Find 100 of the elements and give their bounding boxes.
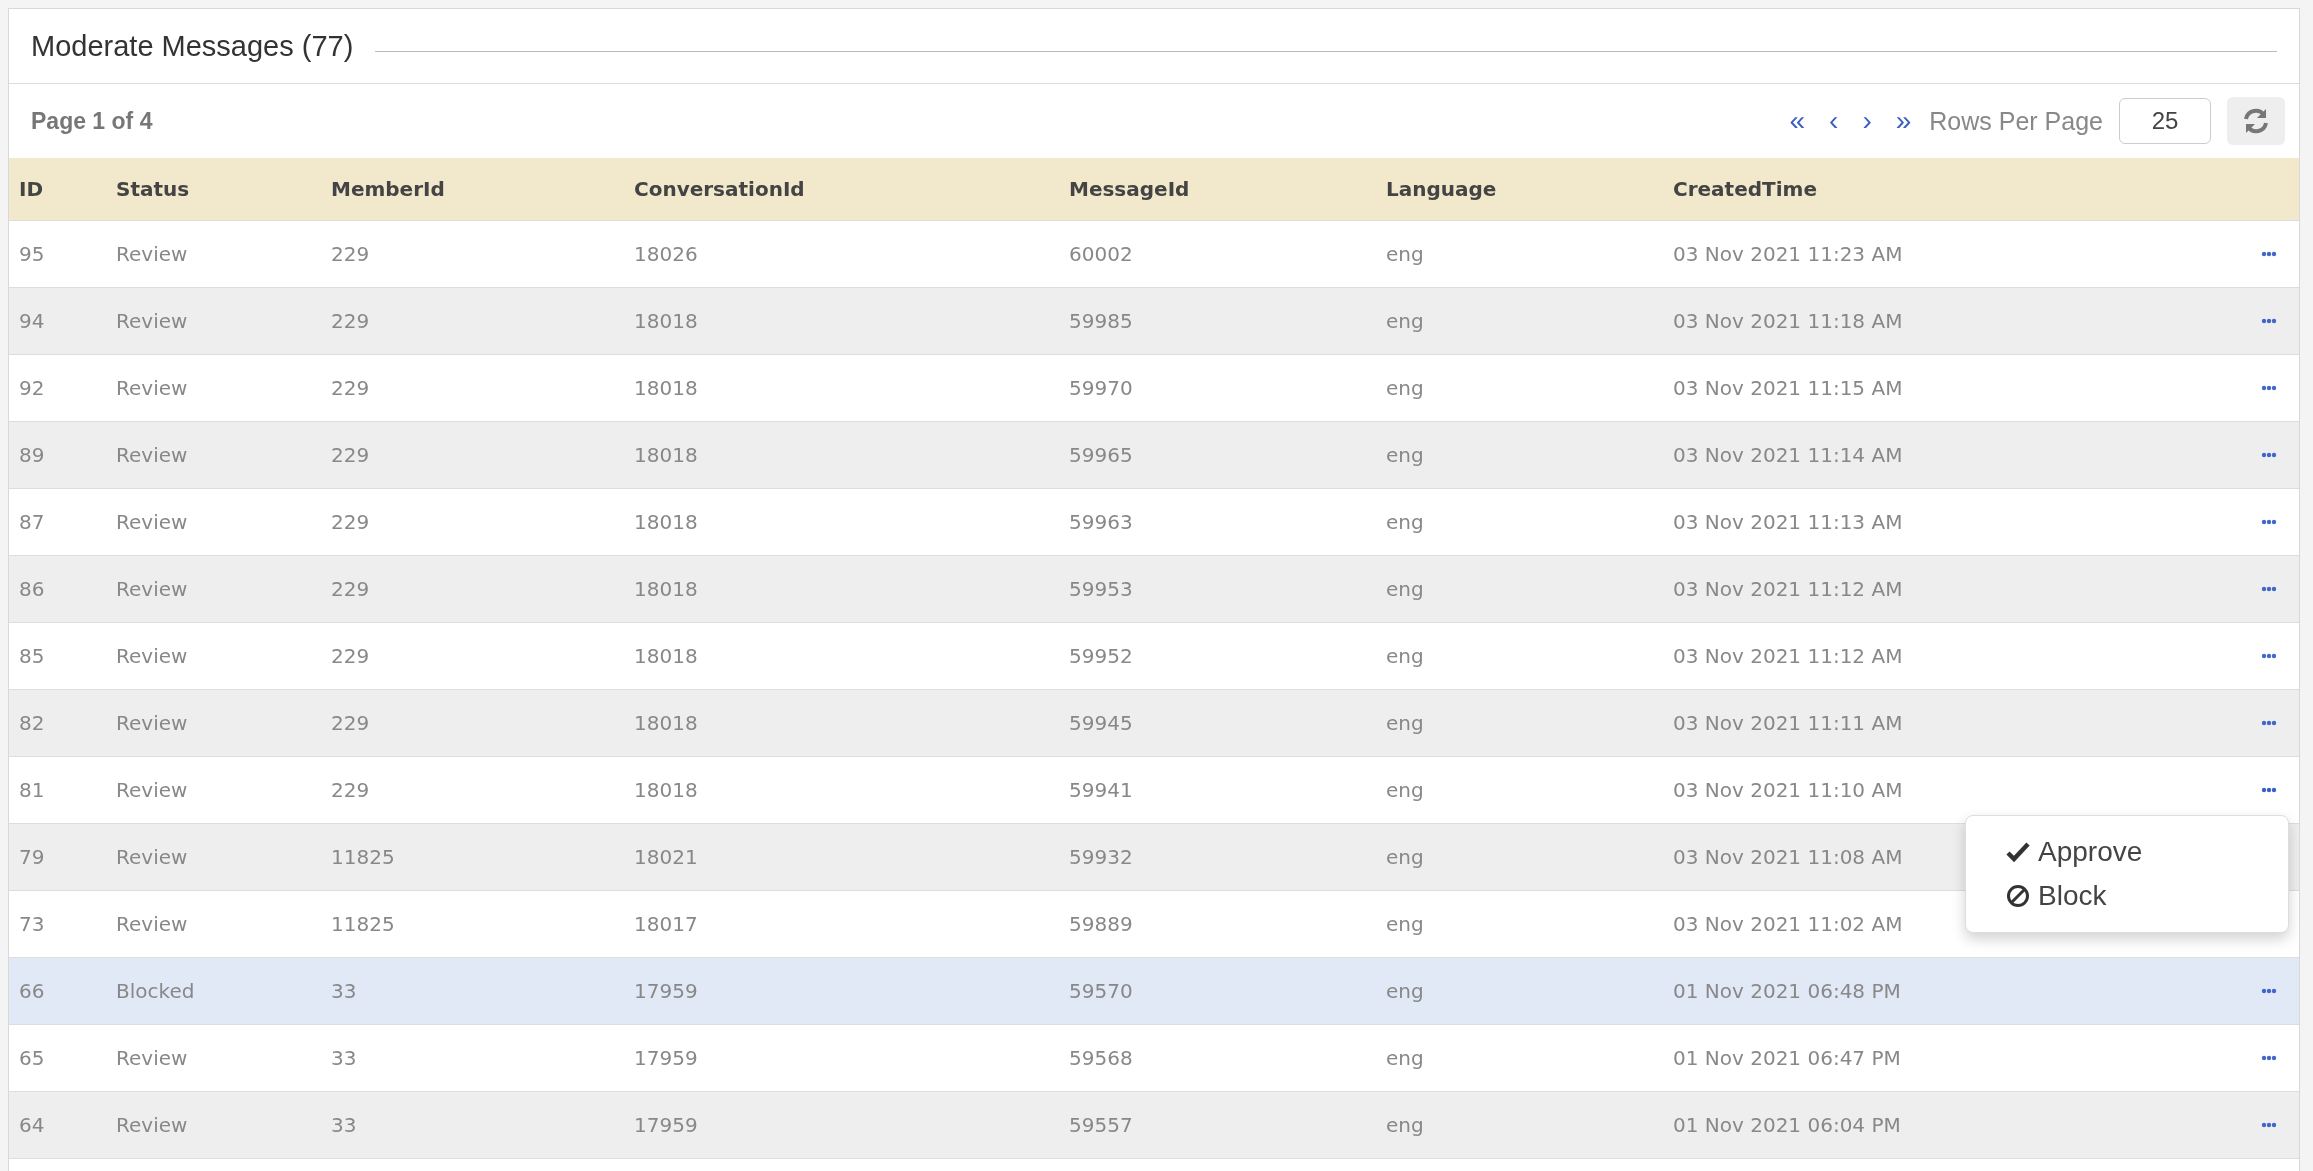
table-cell: 59952 bbox=[1069, 644, 1133, 668]
table-cell: 92 bbox=[19, 376, 45, 400]
table-cell: 03 Nov 2021 11:02 AM bbox=[1673, 912, 1903, 936]
table-cell: 66 bbox=[19, 979, 45, 1003]
table-cell: 59945 bbox=[1069, 711, 1133, 735]
table-cell: Review bbox=[116, 1113, 188, 1137]
table-cell: 33 bbox=[331, 1046, 357, 1070]
table-cell: Review bbox=[116, 309, 188, 333]
table-cell: Review bbox=[116, 242, 188, 266]
table-cell: 59932 bbox=[1069, 845, 1133, 869]
rows-per-page-label: Rows Per Page bbox=[1929, 106, 2103, 136]
column-header: ConversationId bbox=[634, 177, 806, 201]
table-row[interactable]: 86 Review 229 18018 59953 eng 03 Nov 2021 11:12 AM bbox=[9, 556, 2299, 623]
menu-item[interactable]: Approve bbox=[1966, 830, 2288, 874]
table-cell: eng bbox=[1386, 510, 1424, 534]
table-cell: 03 Nov 2021 11:13 AM bbox=[1673, 510, 1903, 534]
column-header: ID bbox=[19, 177, 45, 201]
table-cell: 79 bbox=[19, 845, 45, 869]
table-cell: 17959 bbox=[634, 1046, 698, 1070]
table-row[interactable]: 89 Review 229 18018 59965 eng 03 Nov 2021 11:14 AM bbox=[9, 422, 2299, 489]
table-cell: Review bbox=[116, 577, 188, 601]
table-cell: Review bbox=[116, 1046, 188, 1070]
table-cell: 18021 bbox=[634, 845, 698, 869]
table-cell: 03 Nov 2021 11:12 AM bbox=[1673, 644, 1903, 668]
table-row[interactable]: 66 Blocked 33 17959 59570 eng 01 Nov 2021 06:48 PM bbox=[9, 958, 2299, 1025]
table-row[interactable]: 64 Review 33 17959 59557 eng 01 Nov 2021 06:04 PM bbox=[9, 1092, 2299, 1159]
table-cell: 94 bbox=[19, 309, 45, 333]
table-cell: 03 Nov 2021 11:14 AM bbox=[1673, 443, 1903, 467]
table-cell: 03 Nov 2021 11:11 AM bbox=[1673, 711, 1903, 735]
table-cell: 18018 bbox=[634, 778, 698, 802]
table-cell: 82 bbox=[19, 711, 45, 735]
table-cell: 59970 bbox=[1069, 376, 1133, 400]
table-cell: Review bbox=[116, 711, 188, 735]
table-cell: 18018 bbox=[634, 443, 698, 467]
table-cell: 01 Nov 2021 06:47 PM bbox=[1673, 1046, 1901, 1070]
table-cell: eng bbox=[1386, 1113, 1424, 1137]
table-cell: 01 Nov 2021 06:48 PM bbox=[1673, 979, 1901, 1003]
table-cell: 229 bbox=[331, 711, 370, 735]
table-cell: 229 bbox=[331, 376, 370, 400]
panel-title: Moderate Messages (77) bbox=[31, 29, 354, 63]
table-cell: 89 bbox=[19, 443, 45, 467]
table-cell: 17959 bbox=[634, 979, 698, 1003]
table-cell: Review bbox=[116, 443, 188, 467]
table-cell: 03 Nov 2021 11:12 AM bbox=[1673, 577, 1903, 601]
table-cell: eng bbox=[1386, 242, 1424, 266]
table-cell: 229 bbox=[331, 644, 370, 668]
table-cell: eng bbox=[1386, 577, 1424, 601]
table-cell: 59568 bbox=[1069, 1046, 1133, 1070]
table-cell: 59557 bbox=[1069, 1113, 1133, 1137]
table-cell: 03 Nov 2021 11:10 AM bbox=[1673, 778, 1903, 802]
table-cell: 59889 bbox=[1069, 912, 1133, 936]
table-cell: 86 bbox=[19, 577, 45, 601]
pager-link[interactable]: ‹ bbox=[1817, 105, 1851, 137]
rows-per-page-field[interactable]: 25 bbox=[2119, 98, 2211, 144]
pager-link[interactable]: « bbox=[1777, 105, 1818, 137]
table-cell: 59965 bbox=[1069, 443, 1133, 467]
table-cell: 18018 bbox=[634, 309, 698, 333]
table-cell: 11825 bbox=[331, 912, 395, 936]
table-row[interactable]: 82 Review 229 18018 59945 eng 03 Nov 2021 11:11 AM bbox=[9, 690, 2299, 757]
table-cell: 64 bbox=[19, 1113, 45, 1137]
table-cell: 229 bbox=[331, 577, 370, 601]
table-cell: 33 bbox=[331, 979, 357, 1003]
table-cell: eng bbox=[1386, 912, 1424, 936]
table-cell: 18018 bbox=[634, 376, 698, 400]
table-cell: 18018 bbox=[634, 577, 698, 601]
table-cell: 01 Nov 2021 06:04 PM bbox=[1673, 1113, 1901, 1137]
table-cell: 60002 bbox=[1069, 242, 1133, 266]
table-cell: 95 bbox=[19, 242, 45, 266]
table-cell: Review bbox=[116, 644, 188, 668]
column-header: CreatedTime bbox=[1673, 177, 1818, 201]
table-cell: 33 bbox=[331, 1113, 357, 1137]
table-cell: 81 bbox=[19, 778, 45, 802]
table-cell: 229 bbox=[331, 510, 370, 534]
table-cell: 18017 bbox=[634, 912, 698, 936]
pager-link[interactable]: » bbox=[1883, 105, 1924, 137]
table-cell: 85 bbox=[19, 644, 45, 668]
table-cell: Review bbox=[116, 778, 188, 802]
table-row[interactable]: 94 Review 229 18018 59985 eng 03 Nov 2021 11:18 AM bbox=[9, 288, 2299, 355]
table-cell: 03 Nov 2021 11:08 AM bbox=[1673, 845, 1903, 869]
table-cell: 229 bbox=[331, 778, 370, 802]
table-cell: eng bbox=[1386, 711, 1424, 735]
table-cell: 87 bbox=[19, 510, 45, 534]
table-cell: 73 bbox=[19, 912, 45, 936]
table-cell: eng bbox=[1386, 644, 1424, 668]
table-cell: 229 bbox=[331, 309, 370, 333]
table-cell: 65 bbox=[19, 1046, 45, 1070]
table-cell: 17959 bbox=[634, 1113, 698, 1137]
table-cell: 59963 bbox=[1069, 510, 1133, 534]
table-cell: eng bbox=[1386, 376, 1424, 400]
table-cell: Review bbox=[116, 376, 188, 400]
table-cell: 03 Nov 2021 11:18 AM bbox=[1673, 309, 1903, 333]
table-cell: 59985 bbox=[1069, 309, 1133, 333]
column-header: Language bbox=[1386, 177, 1498, 201]
column-header: MemberId bbox=[331, 177, 446, 201]
table-cell: 59570 bbox=[1069, 979, 1133, 1003]
table-cell: 11825 bbox=[331, 845, 395, 869]
table-cell: Review bbox=[116, 845, 188, 869]
table-cell: eng bbox=[1386, 309, 1424, 333]
pager-link[interactable]: › bbox=[1850, 105, 1884, 137]
table-cell: Blocked bbox=[116, 979, 195, 1003]
